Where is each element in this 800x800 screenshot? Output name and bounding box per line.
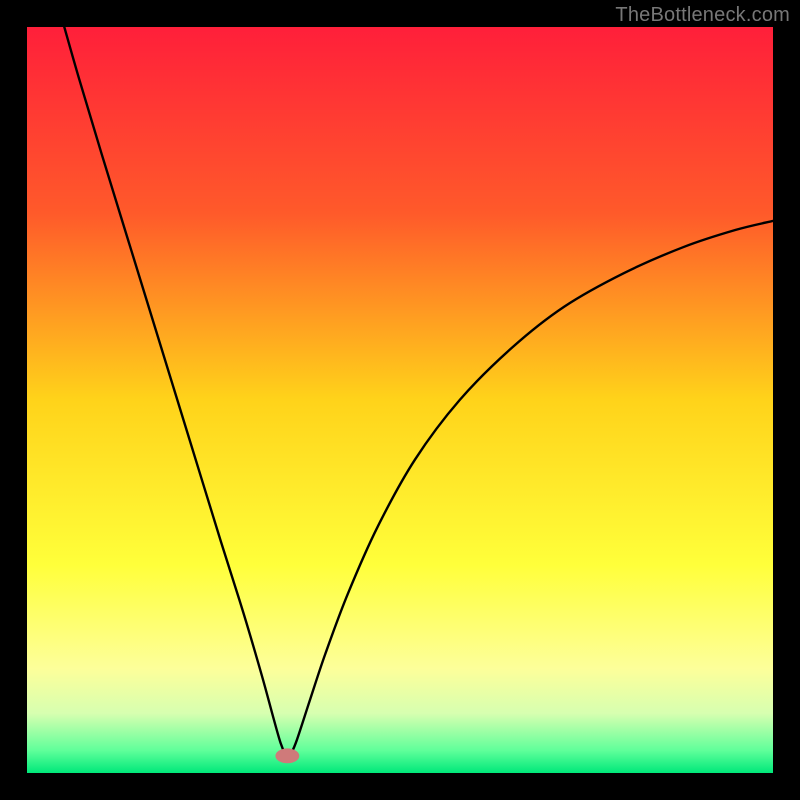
watermark-text: TheBottleneck.com — [615, 4, 790, 27]
marker-dot — [275, 748, 299, 763]
plot-background — [27, 27, 773, 773]
bottleneck-chart — [27, 27, 773, 773]
chart-container: TheBottleneck.com — [0, 0, 800, 800]
